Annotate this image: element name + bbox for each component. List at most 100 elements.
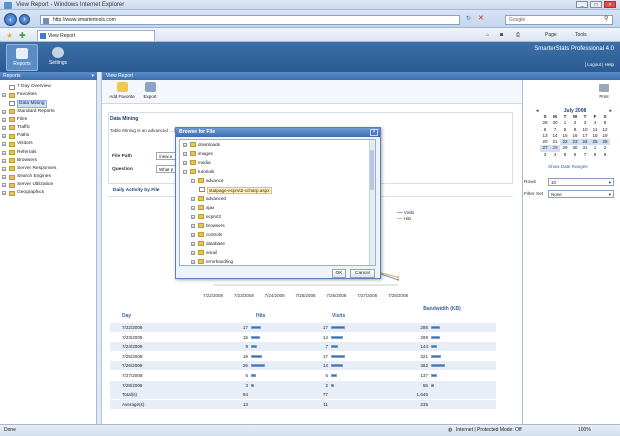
add-favorites-icon[interactable]: ✚ — [19, 31, 26, 40]
collapse-icon[interactable]: − — [183, 169, 187, 174]
col-hits-header[interactable]: Hits — [256, 313, 265, 319]
url-input[interactable]: http://www.smartertools.com — [40, 15, 460, 25]
stop-icon[interactable]: ✕ — [478, 14, 484, 22]
cell-bandwidth: 321 — [420, 353, 428, 359]
refresh-icon[interactable]: ↻ — [466, 15, 471, 22]
calendar-day[interactable]: 7 — [580, 152, 590, 158]
search-input[interactable]: Google — [505, 15, 613, 25]
expand-icon[interactable]: + — [191, 223, 195, 228]
sidebar-item-files[interactable]: + Files — [0, 116, 96, 124]
expand-icon[interactable]: + — [191, 196, 195, 201]
expand-icon[interactable]: + — [191, 205, 195, 210]
calendar-day[interactable]: 4 — [550, 152, 560, 158]
nav-reports[interactable]: Reports — [6, 44, 38, 71]
expand-icon[interactable]: + — [2, 183, 6, 188]
filter-set-label: Filter Set — [524, 192, 544, 197]
expand-icon[interactable]: + — [2, 166, 6, 171]
page-menu[interactable]: Page — [545, 32, 557, 38]
expand-icon[interactable]: + — [2, 191, 6, 196]
sidebar-item-traffic[interactable]: + Traffic — [0, 124, 96, 132]
item-label: browsers — [206, 223, 225, 228]
feeds-icon[interactable]: ◙ — [500, 32, 503, 38]
file-path-label: File Path — [112, 154, 132, 159]
sidebar-item-server-utilization[interactable]: + Server Utilization — [0, 181, 96, 189]
sidebar-item-7-day-overview[interactable]: 7 Day Overview — [0, 83, 96, 91]
show-date-ranges-link[interactable]: Show Date Ranges — [548, 164, 588, 169]
folder-icon — [9, 190, 15, 196]
zoom-level[interactable]: 100% — [578, 425, 591, 436]
home-icon[interactable]: ⌂ — [486, 32, 489, 38]
expand-icon[interactable]: + — [2, 125, 6, 130]
expand-icon[interactable]: + — [191, 232, 195, 237]
minimize-button[interactable]: _ — [576, 1, 588, 8]
favorites-star-icon[interactable]: ★ — [6, 31, 13, 40]
sidebar-item-standard-reports[interactable]: + Standard Reports — [0, 108, 96, 116]
forward-arrow-icon[interactable]: › — [19, 14, 30, 25]
folder-icon — [9, 109, 15, 115]
calendar-day[interactable]: 6 — [570, 152, 580, 158]
expand-icon[interactable]: + — [191, 259, 195, 264]
maximize-button[interactable]: □ — [590, 1, 602, 8]
filter-set-select[interactable]: None ▾ — [548, 190, 614, 198]
sidebar-item-browsers[interactable]: + Browsers — [0, 157, 96, 165]
calendar-day[interactable]: 3 — [540, 152, 550, 158]
sidebar-item-visitors[interactable]: + Visitors — [0, 140, 96, 148]
expand-icon[interactable]: + — [191, 214, 195, 219]
print-icon[interactable]: ⎙ — [516, 32, 520, 38]
collapse-icon[interactable]: ▾ — [91, 72, 94, 80]
collapse-icon[interactable]: − — [191, 178, 195, 183]
expand-icon[interactable]: + — [2, 175, 6, 180]
next-month-icon[interactable]: ▸ — [609, 108, 612, 114]
cell-visits: 14 — [322, 363, 328, 369]
expand-icon[interactable]: + — [2, 109, 6, 114]
cell-day: 7/28/2008 — [122, 382, 143, 388]
dialog-scrollbar[interactable] — [369, 140, 375, 265]
expand-icon[interactable]: + — [2, 142, 6, 147]
sidebar-item-favorites[interactable]: + Favorites — [0, 91, 96, 99]
sidebar-item-search-engines[interactable]: + Search Engines — [0, 173, 96, 181]
sidebar-item-referrals[interactable]: + Referrals — [0, 149, 96, 157]
calendar-day[interactable]: 9 — [600, 152, 610, 158]
search-icon[interactable]: ⚲ — [604, 15, 608, 22]
col-bandwidth-header[interactable]: Bandwidth (KB) — [422, 306, 462, 313]
expand-icon[interactable]: + — [2, 134, 6, 139]
dialog-close-button[interactable]: × — [370, 129, 378, 136]
hits-bar — [251, 374, 256, 377]
sidebar-item-geographics[interactable]: + Geographics — [0, 189, 96, 197]
expand-icon[interactable]: + — [2, 158, 6, 163]
ok-button[interactable]: OK — [332, 269, 346, 278]
expand-icon[interactable]: + — [183, 151, 187, 156]
cell-visits: 7 — [325, 344, 328, 350]
cell-day: 7/25/2008 — [122, 353, 143, 359]
expand-icon[interactable]: + — [191, 250, 195, 255]
expand-icon[interactable]: + — [183, 160, 187, 165]
calendar-day[interactable]: 5 — [560, 152, 570, 158]
close-button[interactable]: × — [604, 1, 616, 8]
x-tick-label: 7/27/2008 — [357, 293, 378, 298]
expand-icon[interactable]: + — [183, 142, 187, 147]
scrollbar-thumb[interactable] — [370, 150, 374, 190]
expand-icon[interactable]: + — [191, 241, 195, 246]
back-arrow-icon[interactable]: ‹ — [4, 13, 17, 26]
expand-icon[interactable]: + — [2, 93, 6, 98]
expand-icon[interactable]: + — [2, 117, 6, 122]
tab-view-report[interactable]: View Report — [37, 30, 155, 41]
app-header: Reports Settings — [0, 42, 620, 72]
report-tree: 7 Day Overview + Favorites Data Mining + S… — [0, 83, 96, 198]
nav-settings[interactable]: Settings — [42, 44, 74, 71]
sidebar-item-paths[interactable]: + Paths — [0, 132, 96, 140]
tools-menu[interactable]: Tools — [575, 32, 587, 38]
table-summary-row: Average(s) 13 11 235 — [110, 399, 496, 409]
calendar-day[interactable]: 8 — [590, 152, 600, 158]
expand-icon[interactable]: + — [2, 150, 6, 155]
item-label: images — [198, 151, 213, 156]
sidebar-item-data-mining[interactable]: Data Mining — [0, 99, 96, 109]
sidebar-item-server-responses[interactable]: + Server Responses — [0, 165, 96, 173]
prev-month-icon[interactable]: ◂ — [536, 108, 539, 114]
print-button[interactable]: Print — [597, 84, 611, 99]
export-button[interactable]: Export — [134, 82, 166, 99]
col-visits-header[interactable]: Visits — [332, 313, 345, 319]
rows-select[interactable]: 10 ▾ — [548, 178, 614, 186]
cancel-button[interactable]: Cancel — [350, 269, 375, 278]
logout-help-links[interactable]: [ Logout | Help — [585, 62, 614, 67]
